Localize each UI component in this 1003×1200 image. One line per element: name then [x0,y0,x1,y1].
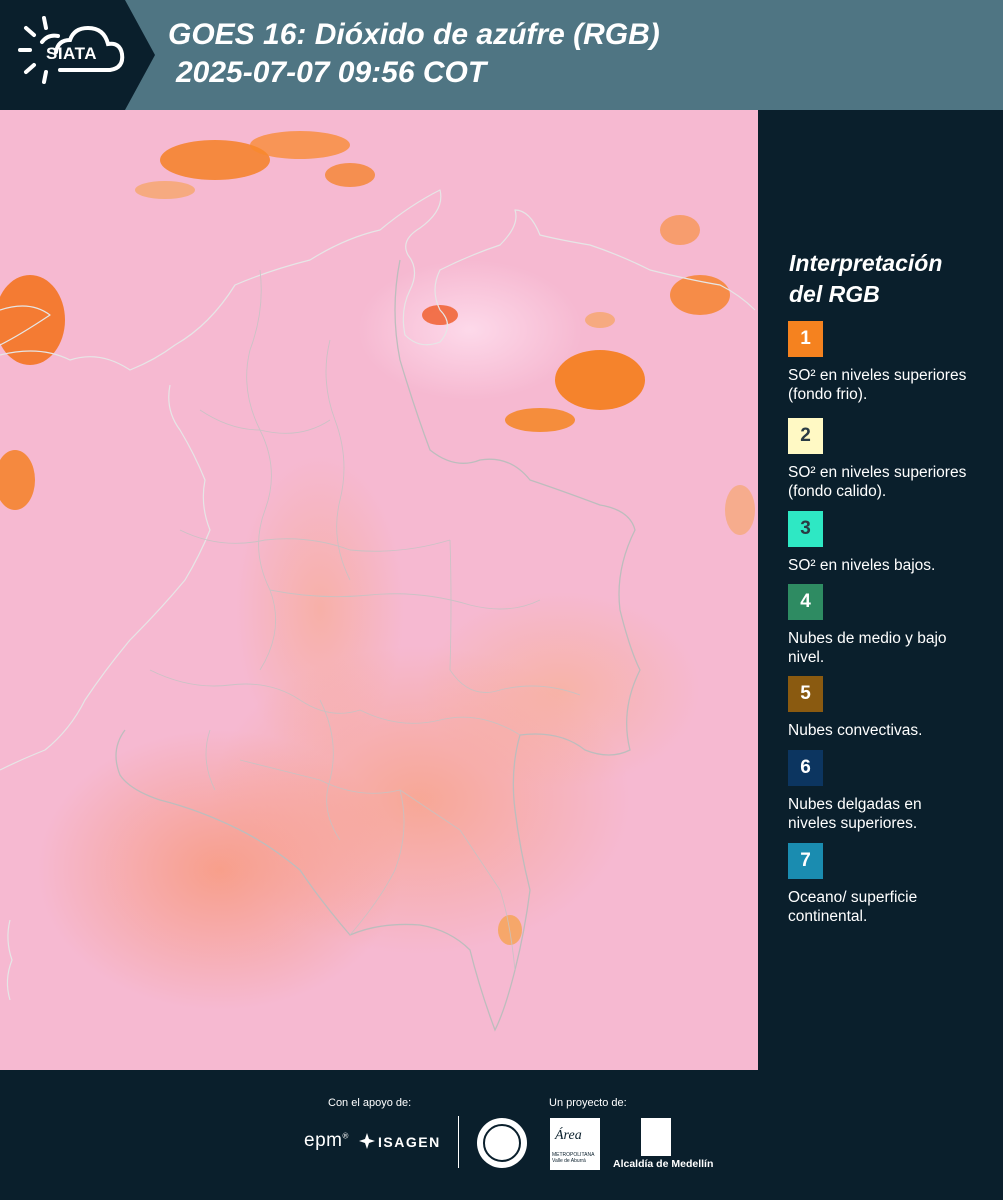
legend-label-5: Nubes convectivas. [788,722,923,739]
legend-swatch-1: 1 [788,321,823,357]
footer-divider [458,1116,459,1168]
area-logo-text: Área [555,1128,582,1143]
isagen-logo[interactable]: ISAGEN [378,1134,441,1150]
project-label: Un proyecto de: [549,1097,627,1109]
title-timestamp: 2025-07-07 09:56 COT [176,56,487,89]
legend-label-2: SO² en niveles superiores (fondo calido)… [788,464,967,500]
legend-swatch-7: 7 [788,843,823,879]
medellin-seal-icon[interactable] [477,1118,527,1168]
siata-logo-text: SIATA [46,44,97,63]
epm-logo[interactable]: epm® [304,1130,349,1152]
legend-item-7: 7 Oceano/ superficie continental. [788,843,973,926]
legend-swatch-2: 2 [788,418,823,454]
legend-item-3: 3 SO² en niveles bajos. [788,511,973,575]
map-layer [0,131,756,1032]
legend-label-3: SO² en niveles bajos. [788,557,936,574]
seal-ring [483,1124,521,1162]
legend-item-5: 5 Nubes convectivas. [788,676,973,740]
legend-label-4: Nubes de medio y bajo nivel. [788,630,947,666]
legend-title-line1: Interpretación [789,250,943,276]
legend-item-1: 1 SO² en niveles superiores (fondo frio)… [788,321,973,404]
siata-logo[interactable]: SIATA [0,0,155,110]
cloud-features [0,131,755,945]
epm-logo-text: epm [304,1130,343,1151]
legend-item-2: 2 SO² en niveles superiores (fondo calid… [788,418,973,501]
legend-item-4: 4 Nubes de medio y bajo nivel. [788,584,973,667]
legend-swatch-5: 5 [788,676,823,712]
header-bar: SIATA GOES 16: Dióxido de azúfre (RGB) 2… [0,0,1003,110]
epm-logo-mark: ® [342,1131,349,1141]
satellite-map[interactable] [0,110,758,1070]
legend-panel: Interpretación del RGB 1 SO² en niveles … [758,110,1003,1070]
legend-title-line2: del RGB [789,281,880,307]
legend-swatch-6: 6 [788,750,823,786]
area-logo-subtext: METROPOLITANA Valle de Aburrá [552,1152,595,1164]
legend-label-7: Oceano/ superficie continental. [788,889,918,925]
legend-swatch-4: 4 [788,584,823,620]
alcaldia-crest-icon [641,1118,671,1156]
footer: Con el apoyo de: Un proyecto de: epm® IS… [0,1070,1003,1200]
area-metropolitana-logo[interactable]: Área METROPOLITANA Valle de Aburrá [550,1118,600,1170]
legend-item-6: 6 Nubes delgadas en niveles superiores. [788,750,973,833]
legend-label-6: Nubes delgadas en niveles superiores. [788,796,922,832]
legend-title: Interpretación del RGB [789,248,942,310]
department-borders [149,269,581,971]
legend-swatch-3: 3 [788,511,823,547]
page-title: GOES 16: Dióxido de azúfre (RGB) 2025-07… [168,16,660,92]
alcaldia-logo[interactable]: Alcaldía de Medellín [613,1158,713,1170]
support-label: Con el apoyo de: [328,1097,412,1109]
legend-label-1: SO² en niveles superiores (fondo frio). [788,367,967,403]
isagen-star-icon [359,1133,375,1149]
coastline-and-borders [0,189,756,1001]
title-product: GOES 16: Dióxido de azúfre (RGB) [168,18,660,51]
